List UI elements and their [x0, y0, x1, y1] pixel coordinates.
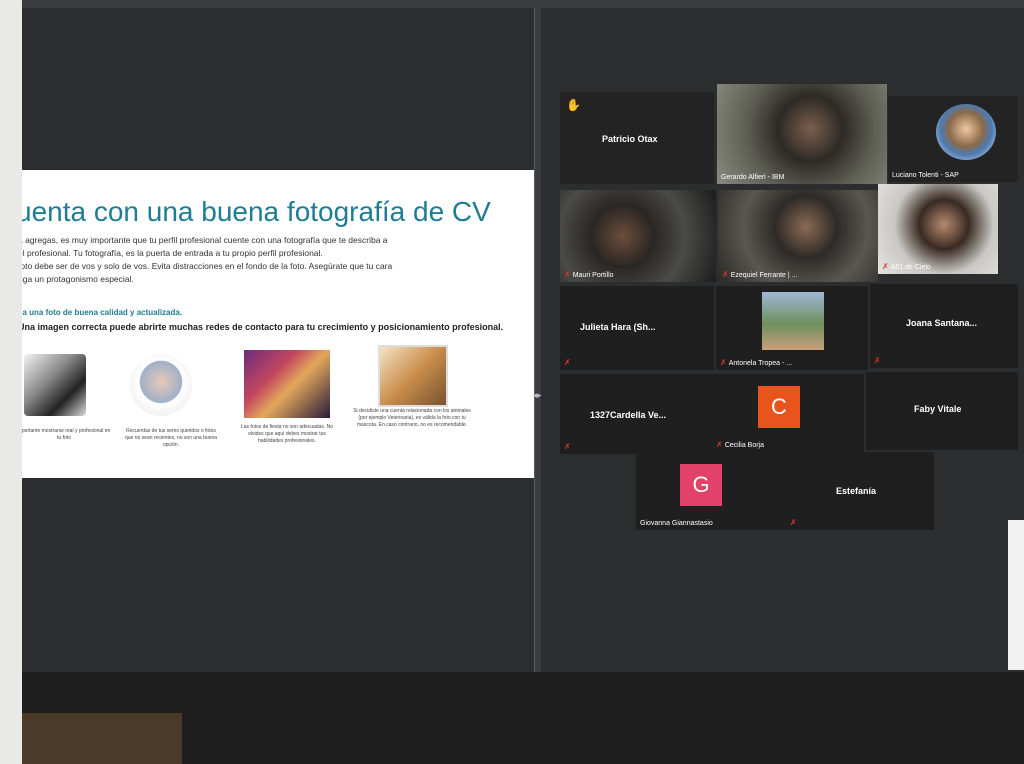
example-photo-portrait — [24, 354, 86, 416]
participant-label: ✗ Ezequiel Ferrante | ... — [722, 270, 798, 279]
participant-label: Gerardo Alfieri - IBM — [721, 174, 785, 181]
participant-label: ✗ Mauri Portillo — [564, 270, 614, 279]
video-feed — [560, 190, 716, 282]
participant-name: A51 de Cielo — [890, 264, 931, 271]
tile-cardella[interactable]: 1327Cardella Ve... ✗ — [560, 374, 712, 454]
participant-name: Faby Vitale — [914, 404, 962, 414]
muted-mic-icon: ✗ — [790, 518, 797, 527]
muted-mic-icon: ✗ — [716, 440, 723, 449]
video-feed — [718, 190, 878, 282]
participant-name: Joana Santana... — [906, 318, 978, 328]
tile-cecilia[interactable]: C ✗ Cecilia Borja — [712, 374, 864, 452]
participant-name: Antonela Tropea - ... — [728, 360, 793, 367]
participant-name: Estefanía — [836, 486, 877, 496]
caption-3: Las fotos de fiesta no son adecuadas. No… — [240, 424, 333, 444]
tile-a51[interactable]: ✗ A51 de Cielo — [878, 184, 998, 274]
video-feed — [878, 184, 998, 274]
raised-hand-icon: ✋ — [566, 98, 581, 112]
shared-slide: uenta con una buena fotografía de CV a a… — [22, 170, 534, 478]
example-photo-party — [244, 350, 330, 418]
participant-name: Julieta Hara (Sh... — [580, 322, 656, 332]
slide-title: uenta con una buena fotografía de CV — [22, 196, 491, 227]
window-light — [1008, 520, 1024, 670]
example-photo-baby — [130, 354, 192, 416]
tile-faby[interactable]: Faby Vitale — [866, 372, 1018, 450]
slide-line: nga un protagonismo especial. — [22, 274, 134, 284]
drag-handle-icon[interactable]: ◂▸ — [525, 390, 549, 400]
muted-mic-icon: ✗ — [722, 270, 729, 279]
tile-antonela[interactable]: ✗ Antonela Tropea - ... — [716, 286, 868, 370]
muted-mic-icon: ✗ — [720, 358, 727, 367]
caption-1: mportante mostrarse real y profesional e… — [22, 428, 111, 441]
tile-gerardo[interactable]: Gerardo Alfieri - IBM — [717, 84, 887, 184]
participant-name: Mauri Portillo — [572, 272, 614, 279]
avatar: G — [680, 464, 722, 506]
profile-photo — [936, 104, 996, 160]
muted-mic-icon: ✗ — [874, 356, 881, 365]
tile-joana[interactable]: Joana Santana... ✗ — [870, 284, 1018, 368]
desk — [22, 713, 182, 764]
tile-mauri[interactable]: ✗ Mauri Portillo — [560, 190, 716, 282]
tile-julieta[interactable]: Julieta Hara (Sh... ✗ — [560, 286, 714, 370]
split-divider[interactable] — [534, 8, 541, 672]
wall-edge — [0, 0, 22, 764]
muted-mic-icon: ✗ — [882, 262, 889, 271]
tile-estefania[interactable]: Estefanía ✗ — [786, 452, 934, 530]
tile-giovanna[interactable]: G Giovanna Giannastasio — [636, 452, 786, 530]
slide-subheading: sa una foto de buena calidad y actualiza… — [22, 308, 183, 317]
tile-ezequiel[interactable]: ✗ Ezequiel Ferrante | ... — [718, 190, 878, 282]
tile-luciano[interactable]: Luciano Tolenti - SAP — [888, 96, 1018, 182]
slide-body: a agregas, es muy importante que tu perf… — [22, 234, 528, 286]
participant-label: ✗ Cecilia Borja — [716, 440, 764, 449]
caption-2: Recuerdas de tus seres queridos o fotos … — [124, 428, 218, 448]
muted-mic-icon: ✗ — [564, 442, 571, 451]
avatar: C — [758, 386, 800, 428]
participant-label: Giovanna Giannastasio — [640, 520, 713, 527]
participant-label: Luciano Tolenti - SAP — [892, 172, 959, 179]
caption-4: Si decidiste una cuenta relacionada con … — [353, 408, 471, 428]
participant-label: ✗ A51 de Cielo — [882, 262, 931, 271]
participant-label: ✗ Antonela Tropea - ... — [720, 358, 792, 367]
tile-patricio[interactable]: ✋ Patricio Otax — [560, 92, 714, 184]
participant-name: 1327Cardella Ve... — [590, 410, 667, 420]
slide-line: a agregas, es muy importante que tu perf… — [22, 235, 388, 245]
slide-line: el profesional. Tu fotografía, es la pue… — [22, 248, 323, 258]
muted-mic-icon: ✗ — [564, 358, 571, 367]
example-photo-pet — [378, 345, 448, 407]
participant-name: Cecilia Borja — [724, 442, 764, 449]
slide-bold-line: Una imagen correcta puede abrirte muchas… — [22, 322, 504, 332]
video-feed — [717, 84, 887, 184]
muted-mic-icon: ✗ — [564, 270, 571, 279]
participant-name: Ezequiel Ferrante | ... — [730, 272, 798, 279]
slide-line: foto debe ser de vos y solo de vos. Evit… — [22, 261, 393, 271]
participant-name: Patricio Otax — [602, 134, 658, 144]
profile-photo — [762, 292, 824, 350]
